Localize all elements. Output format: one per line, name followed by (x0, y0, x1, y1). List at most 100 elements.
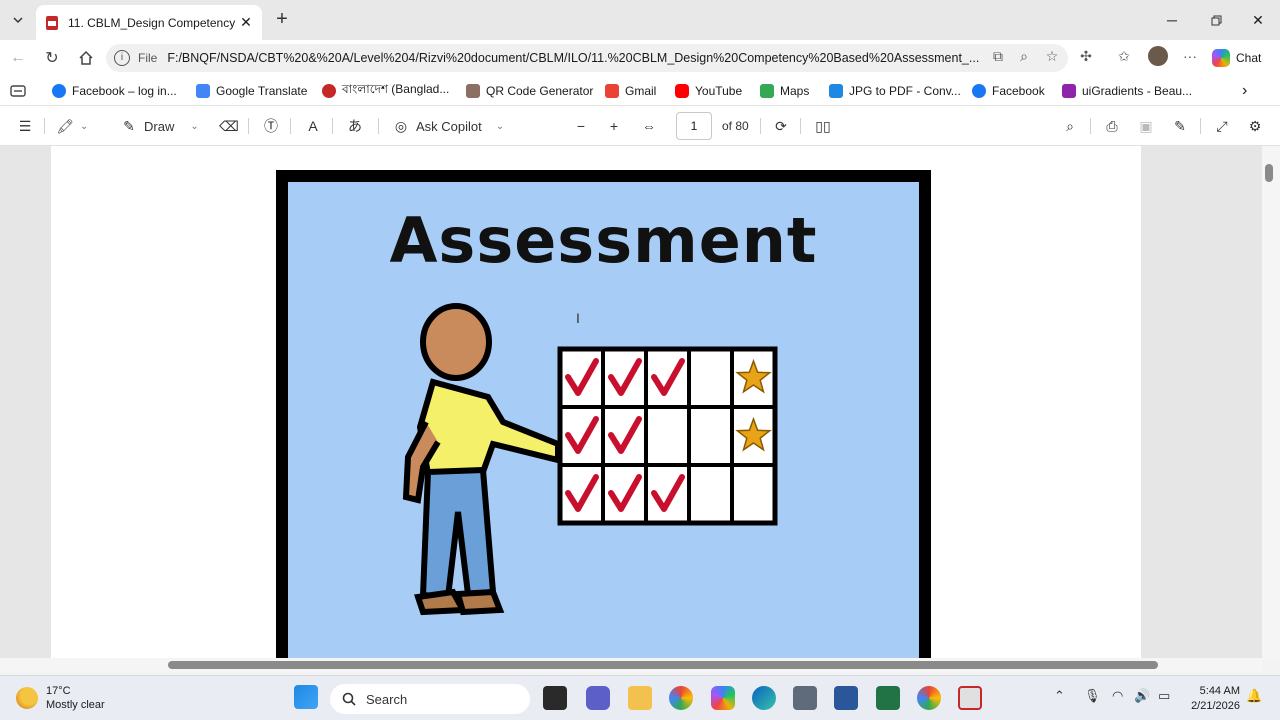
gear-icon: ⚙ (1248, 117, 1262, 134)
close-tab-icon[interactable]: ✕ (238, 14, 254, 31)
bookmark-item[interactable]: Facebook (972, 82, 1045, 100)
restore-button[interactable] (1194, 0, 1238, 40)
fit-page-button[interactable]: ⇔ (640, 116, 658, 136)
bookmark-label: JPG to PDF - Conv... (849, 84, 961, 98)
more-bookmarks-chevron-icon[interactable]: › (1242, 82, 1247, 100)
bookmark-item[interactable]: Maps (760, 82, 809, 100)
page-view-button[interactable]: ▯▯ (814, 116, 832, 136)
snipping-tool-icon[interactable] (958, 686, 982, 710)
new-tab-button[interactable]: + (270, 8, 294, 32)
print-button[interactable]: ⎙ (1103, 116, 1121, 136)
bookmark-item[interactable]: বাংলাদেশ (Banglad... (322, 82, 449, 100)
text-cursor-icon: I (576, 310, 580, 326)
volume-icon[interactable]: 🔊 (1134, 688, 1150, 704)
tab-title: 11. CBLM_Design Competency Based Assessm… (68, 15, 238, 30)
minimize-button[interactable]: ─ (1150, 0, 1194, 40)
vertical-scrollbar[interactable] (1262, 146, 1280, 660)
edge-icon[interactable] (752, 686, 776, 710)
horizontal-scroll-thumb[interactable] (168, 661, 1158, 669)
translate-icon (196, 84, 210, 98)
rotate-button[interactable]: ⟳ (772, 116, 790, 136)
draw-button[interactable]: ✎ Draw ⌄ (120, 116, 199, 136)
pdf-toolbar: ☰ 🖍 ⌄ ✎ Draw ⌄ ⌫ Ⓣ A あ ◎ Ask Copilot ⌄ − + ⇔ … (0, 106, 1280, 146)
translate-icon: あ (348, 118, 362, 134)
home-button[interactable] (74, 46, 98, 70)
bookmarks-toggle-icon[interactable] (10, 82, 26, 100)
contents-button[interactable]: ☰ (16, 116, 34, 136)
favorite-star-icon[interactable]: ☆ (1042, 46, 1062, 66)
add-text-button[interactable]: Ⓣ (262, 116, 280, 136)
search-button[interactable]: ⌕ (1061, 116, 1079, 136)
calculator-icon[interactable] (793, 686, 817, 710)
refresh-button[interactable]: ↻ (40, 46, 64, 70)
read-aloud-icon[interactable]: ⧉ (988, 46, 1008, 66)
zoom-icon[interactable]: ⌕ (1014, 46, 1034, 66)
bookmark-item[interactable]: Gmail (605, 82, 656, 100)
erase-button[interactable]: ⌫ (219, 116, 239, 136)
ask-copilot-button[interactable]: ◎ Ask Copilot ⌄ (392, 116, 504, 136)
vertical-scroll-thumb[interactable] (1265, 164, 1273, 182)
more-options-icon[interactable]: ··· (1180, 46, 1200, 66)
copilot-icon: ◎ (394, 117, 408, 134)
site-info-icon[interactable]: i (114, 50, 130, 66)
read-aloud-icon: A (308, 118, 318, 134)
chevron-down-icon (13, 17, 23, 24)
checklist-grid (557, 346, 778, 526)
two-page-icon: ▯▯ (815, 117, 831, 134)
word-icon[interactable] (834, 686, 858, 710)
bookmark-item[interactable]: Facebook – log in... (52, 82, 177, 100)
notification-bell-icon[interactable]: 🔔 (1246, 688, 1262, 704)
save-button[interactable]: ▣ (1137, 116, 1155, 136)
profile-avatar[interactable] (1148, 46, 1168, 66)
weather-widget[interactable]: 17°C Mostly clear (16, 684, 105, 712)
bookmark-label: YouTube (695, 84, 743, 98)
bookmark-item[interactable]: JPG to PDF - Conv... (829, 82, 961, 100)
bookmark-item[interactable]: YouTube (675, 82, 742, 100)
url-text[interactable]: F:/BNQF/NSDA/CBT%20&%20A/Level%204/Rizvi… (167, 51, 987, 65)
page-number-input[interactable]: 1 (676, 112, 712, 140)
chrome-icon[interactable] (669, 686, 693, 710)
highlight-button[interactable]: 🖍 ⌄ (56, 116, 88, 136)
teams-icon[interactable] (586, 686, 610, 710)
save-as-button[interactable]: ✎ (1171, 116, 1189, 136)
fit-width-icon: ⇔ (642, 118, 656, 134)
taskbar-search[interactable]: Search (330, 684, 530, 714)
tab-actions-menu[interactable] (6, 8, 30, 32)
extensions-icon[interactable]: ✣ (1076, 46, 1096, 66)
show-hidden-icons-chevron-icon[interactable]: ⌃ (1054, 688, 1065, 704)
facebook-icon (972, 84, 986, 98)
save-icon: ▣ (1139, 117, 1153, 134)
wifi-icon[interactable]: ◠ (1112, 688, 1123, 704)
microphone-icon[interactable]: 🎙 (1084, 688, 1101, 704)
bookmark-label: Gmail (625, 84, 657, 98)
copilot-chat-button[interactable]: Chat (1212, 45, 1274, 71)
bookmark-item[interactable]: QR Code Generator (466, 82, 593, 100)
file-explorer-icon[interactable] (628, 686, 652, 710)
task-view-icon[interactable] (543, 686, 567, 710)
translate-button[interactable]: あ (346, 116, 364, 136)
address-bar[interactable]: i File F:/BNQF/NSDA/CBT%20&%20A/Level%20… (106, 44, 1068, 72)
back-button[interactable]: ← (6, 46, 30, 70)
excel-icon[interactable] (876, 686, 900, 710)
settings-button[interactable]: ⚙ (1246, 116, 1264, 136)
assessment-illustration (402, 303, 778, 616)
start-windows-icon[interactable] (294, 685, 318, 709)
read-aloud-button[interactable]: A (304, 116, 322, 136)
youtube-icon (675, 84, 689, 98)
zoom-out-button[interactable]: − (572, 116, 590, 136)
zoom-in-button[interactable]: + (605, 116, 623, 136)
active-tab[interactable]: 11. CBLM_Design Competency Based Assessm… (36, 5, 262, 40)
chrome-profile-icon[interactable] (917, 686, 941, 710)
pdf-page: Assessment (51, 146, 1141, 660)
fullscreen-button[interactable]: ⤢ (1213, 116, 1231, 136)
bookmark-item[interactable]: uiGradients - Beau... (1062, 82, 1192, 100)
battery-icon[interactable]: ▭ (1158, 688, 1170, 704)
highlighter-icon: 🖍 (56, 117, 74, 134)
favorites-icon[interactable]: ✩ (1114, 46, 1134, 66)
close-window-button[interactable]: ✕ (1236, 0, 1280, 40)
system-clock[interactable]: 5:44 AM 2/21/2026 (1182, 684, 1240, 714)
pdf-viewer[interactable]: Assessment I (0, 146, 1280, 660)
copilot-app-icon[interactable] (711, 686, 735, 710)
minus-icon: − (576, 118, 586, 134)
bookmark-item[interactable]: Google Translate (196, 82, 307, 100)
